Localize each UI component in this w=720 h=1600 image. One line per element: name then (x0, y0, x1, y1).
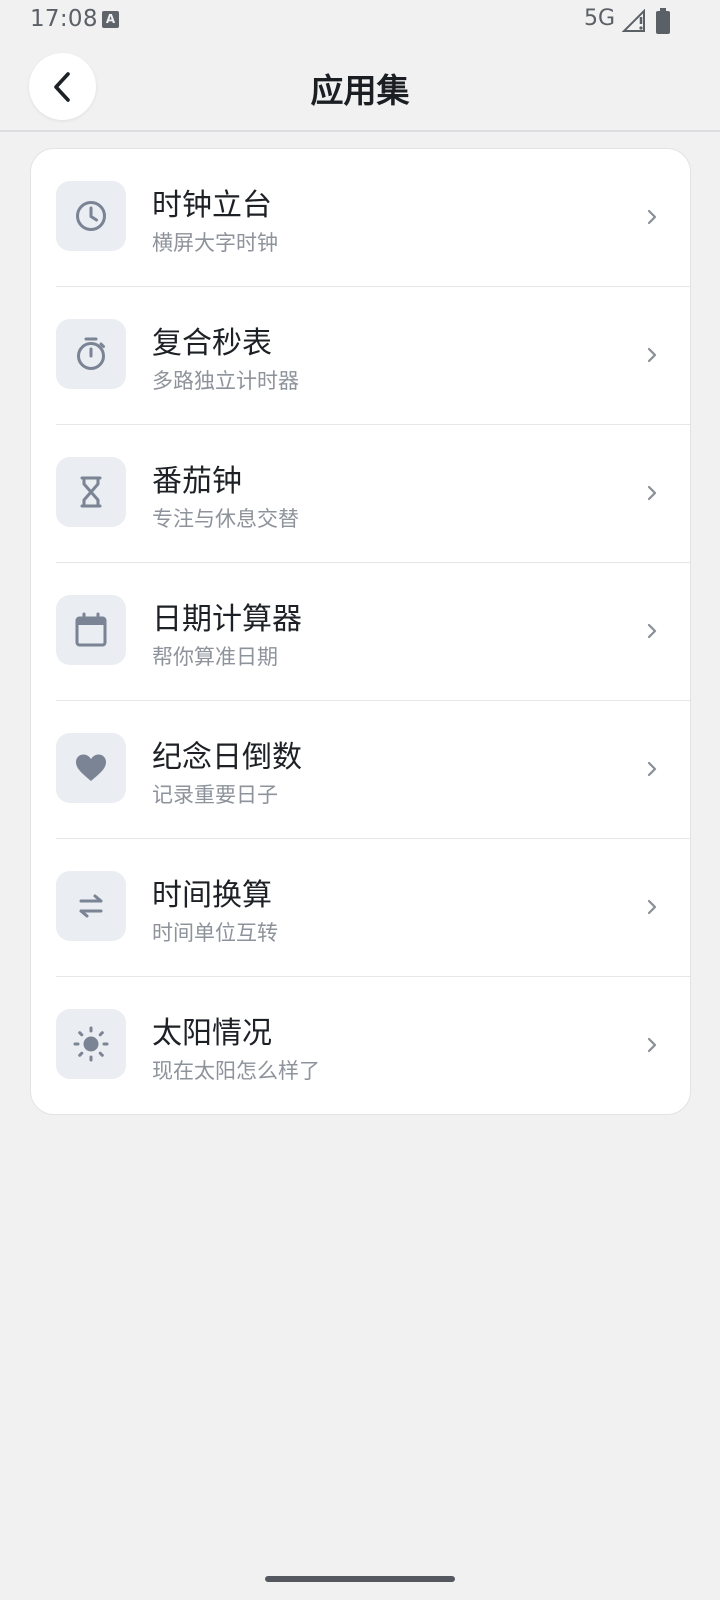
chevron-right-icon (647, 485, 657, 501)
item-title: 复合秒表 (152, 326, 272, 361)
icon-tile (56, 595, 126, 665)
item-subtitle: 现在太阳怎么样了 (152, 1059, 320, 1083)
item-title: 时钟立台 (152, 188, 272, 223)
item-subtitle: 帮你算准日期 (152, 645, 278, 669)
item-subtitle: 专注与休息交替 (152, 507, 299, 531)
icon-tile (56, 1009, 126, 1079)
list-item-anniversary-countdown[interactable]: 纪念日倒数 记录重要日子 (31, 701, 690, 839)
list-item-pomodoro[interactable]: 番茄钟 专注与休息交替 (31, 425, 690, 563)
page-title: 应用集 (310, 71, 410, 110)
item-title: 纪念日倒数 (152, 740, 302, 775)
list-item-sun-status[interactable]: 太阳情况 现在太阳怎么样了 (31, 977, 690, 1114)
item-title: 番茄钟 (152, 464, 242, 499)
chevron-right-icon (647, 761, 657, 777)
list-item-clock-stand[interactable]: 时钟立台 横屏大字时钟 (31, 149, 690, 287)
list-item-stopwatch[interactable]: 复合秒表 多路独立计时器 (31, 287, 690, 425)
icon-tile (56, 319, 126, 389)
icon-tile (56, 457, 126, 527)
list-item-time-conversion[interactable]: 时间换算 时间单位互转 (31, 839, 690, 977)
item-subtitle: 记录重要日子 (152, 783, 278, 807)
item-title: 太阳情况 (152, 1016, 272, 1051)
list-item-date-calculator[interactable]: 日期计算器 帮你算准日期 (31, 563, 690, 701)
status-time: 17:08 (30, 6, 98, 32)
item-subtitle: 多路独立计时器 (152, 369, 299, 393)
a-notification-icon: A (102, 11, 119, 28)
sun-icon (73, 1026, 109, 1062)
signal-icon (622, 9, 645, 32)
stopwatch-icon (77, 337, 105, 370)
item-title: 日期计算器 (152, 602, 302, 637)
chevron-right-icon (647, 899, 657, 915)
battery-icon (656, 8, 670, 34)
chevron-right-icon (647, 1037, 657, 1053)
item-subtitle: 横屏大字时钟 (152, 231, 278, 255)
status-bar: 17:08 A 5G (0, 0, 720, 40)
chevron-right-icon (647, 623, 657, 639)
heart-icon (76, 754, 106, 781)
clock-icon (76, 201, 106, 231)
app-header: 应用集 (0, 40, 720, 132)
home-indicator[interactable] (265, 1576, 455, 1582)
chevron-right-icon (647, 347, 657, 363)
item-title: 时间换算 (152, 878, 272, 913)
hourglass-icon (80, 476, 102, 508)
app-list: 时钟立台 横屏大字时钟 复合秒表 多路独立计时器 番茄钟 专注与休息交替 日期计… (30, 148, 691, 1115)
swap-arrows-icon (79, 894, 103, 918)
icon-tile (56, 733, 126, 803)
icon-tile (56, 181, 126, 251)
item-subtitle: 时间单位互转 (152, 921, 278, 945)
icon-tile (56, 871, 126, 941)
network-type: 5G (584, 6, 616, 31)
chevron-right-icon (647, 209, 657, 225)
calendar-icon (75, 612, 107, 647)
